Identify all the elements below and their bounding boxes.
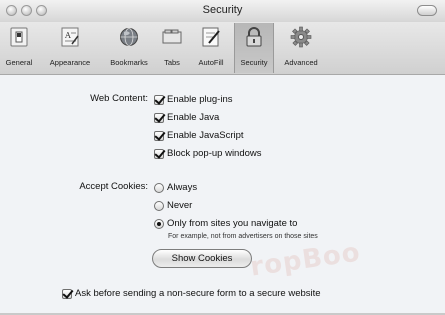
security-pane: ropBoo Web Content: Enable plug-ins Enab… — [0, 75, 445, 315]
web-content-label: Web Content: — [90, 93, 148, 104]
enable-plugins-label: Enable plug-ins — [167, 94, 233, 105]
cookies-visited-only-radio[interactable]: Only from sites you navigate to — [154, 218, 297, 229]
switch-icon — [10, 27, 28, 47]
preferences-window: Security General A Appearance Bookmarks … — [0, 0, 445, 315]
checkbox-box[interactable] — [154, 112, 164, 123]
cookies-hint-text: For example, not from advertisers on tho… — [168, 233, 318, 240]
tab-security[interactable]: Security — [234, 23, 274, 73]
checkbox-box[interactable] — [154, 148, 164, 159]
preferences-toolbar: General A Appearance Bookmarks Tabs Auto… — [0, 22, 445, 75]
cookies-always-radio[interactable]: Always — [154, 182, 197, 193]
radio-button[interactable] — [154, 182, 164, 193]
show-cookies-button[interactable]: Show Cookies — [152, 249, 252, 268]
watermark-text: ropBoo — [248, 237, 363, 283]
cookies-visited-only-label: Only from sites you navigate to — [167, 218, 298, 229]
tab-advanced[interactable]: Advanced — [276, 23, 326, 73]
secure-form-warning-checkbox[interactable]: Ask before sending a non-secure form to … — [62, 288, 321, 299]
block-popups-label: Block pop-up windows — [167, 148, 262, 159]
autofill-icon — [202, 27, 220, 47]
appearance-icon: A — [61, 27, 79, 47]
tab-general[interactable]: General — [2, 23, 36, 73]
secure-form-warning-label: Ask before sending a non-secure form to … — [75, 288, 321, 299]
lock-icon — [246, 27, 262, 47]
enable-java-checkbox[interactable]: Enable Java — [154, 112, 219, 123]
cookies-never-label: Never — [167, 200, 193, 211]
enable-javascript-checkbox[interactable]: Enable JavaScript — [154, 130, 244, 141]
tab-bookmarks[interactable]: Bookmarks — [104, 23, 154, 73]
tab-tabs-label: Tabs — [164, 58, 180, 67]
cookies-always-label: Always — [167, 182, 198, 193]
gear-icon — [290, 26, 312, 48]
tab-appearance-label: Appearance — [49, 58, 91, 67]
window-title: Security — [202, 4, 243, 16]
checkbox-box[interactable] — [154, 94, 164, 105]
enable-java-label: Enable Java — [167, 112, 220, 123]
enable-javascript-label: Enable JavaScript — [167, 130, 244, 141]
tab-advanced-label: Advanced — [284, 58, 318, 67]
radio-button[interactable] — [154, 218, 164, 229]
globe-icon — [120, 28, 138, 46]
accept-cookies-label: Accept Cookies: — [79, 181, 148, 192]
cookies-never-radio[interactable]: Never — [154, 200, 192, 211]
tab-bookmarks-label: Bookmarks — [110, 58, 148, 67]
tabs-icon — [162, 29, 182, 44]
tab-autofill[interactable]: AutoFill — [190, 23, 232, 73]
tab-security-label: Security — [240, 58, 268, 67]
radio-button[interactable] — [154, 200, 164, 211]
tab-general-label: General — [5, 58, 33, 67]
tab-tabs[interactable]: Tabs — [156, 23, 188, 73]
checkbox-box[interactable] — [154, 130, 164, 141]
tab-appearance[interactable]: A Appearance — [38, 23, 102, 73]
tab-autofill-label: AutoFill — [198, 58, 224, 67]
block-popups-checkbox[interactable]: Block pop-up windows — [154, 148, 262, 159]
title-bar: Security — [0, 0, 445, 23]
toolbar-toggle-button[interactable] — [417, 5, 437, 16]
enable-plugins-checkbox[interactable]: Enable plug-ins — [154, 94, 233, 105]
checkbox-box[interactable] — [62, 288, 72, 299]
svg-text:A: A — [64, 31, 71, 40]
